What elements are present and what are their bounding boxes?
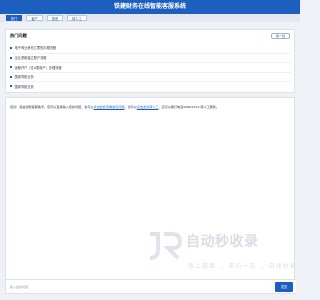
list-item-label: 电子商业承兑汇票的办理流程	[14, 46, 57, 51]
bullet-icon	[10, 46, 12, 49]
list-item[interactable]: 远程开户（无U盾用户）办理流程	[10, 62, 292, 72]
welcome-text-mid: ，也可以	[124, 105, 137, 109]
input-bar: 输入您的问题 发送	[6, 279, 296, 293]
tab-bar: 热门 客户 需求 转人工	[0, 14, 300, 22]
watermark-logo-icon	[149, 232, 183, 260]
app-title: 铁建财务在线智能客服系统	[113, 4, 186, 10]
welcome-text: 您好！我是智能客服助手。您可以直接输入您的问题，也可以	[10, 105, 94, 109]
page: 铁建财务在线智能客服系统 热门 客户 需求 转人工 热门问题 换一批 电子商业承…	[0, 0, 300, 300]
tab-requirement[interactable]: 需求	[46, 15, 64, 21]
faq-link[interactable]: 点击此处查看常见问题	[94, 105, 125, 109]
bullet-icon	[10, 75, 12, 78]
tab-customer[interactable]: 客户	[26, 15, 43, 21]
list-item[interactable]: 国家导航业务	[10, 71, 292, 82]
bullet-icon	[10, 85, 12, 88]
transfer-human-link[interactable]: 点击此处转人工	[137, 105, 159, 109]
list-item-label: 国家导航业务	[14, 84, 34, 89]
bullet-icon	[10, 56, 12, 59]
hot-questions-card: 热门问题 换一批 电子商业承兑汇票的办理流程 企业重新建立账户流程 远程开户（无…	[5, 29, 295, 93]
watermark: 自动秒收录 快上链接 → 来访一次 → 自动收录	[146, 228, 296, 273]
bullet-icon	[10, 66, 12, 69]
app-header: 铁建财务在线智能客服系统	[0, 0, 300, 14]
list-item[interactable]: 企业重新建立账户流程	[10, 52, 292, 63]
tab-transfer-human[interactable]: 转人工	[67, 15, 87, 21]
list-item-label: 企业重新建立账户流程	[14, 56, 47, 61]
send-button[interactable]: 发送	[275, 282, 293, 292]
list-item-label: 远程开户（无U盾用户）办理流程	[14, 65, 62, 70]
question-input[interactable]: 输入您的问题	[10, 283, 270, 291]
hot-question-list: 电子商业承兑汇票的办理流程 企业重新建立账户流程 远程开户（无U盾用户）办理流程…	[10, 43, 292, 91]
list-item[interactable]: 国家导航业务	[10, 81, 292, 91]
list-item[interactable]: 电子商业承兑汇票的办理流程	[10, 43, 292, 53]
tab-hot[interactable]: 热门	[6, 15, 23, 21]
chat-panel: 您好！我是智能客服助手。您可以直接输入您的问题，也可以点击此处查看常见问题，也可…	[5, 97, 296, 294]
list-item-label: 国家导航业务	[14, 75, 34, 80]
welcome-message: 您好！我是智能客服助手。您可以直接输入您的问题，也可以点击此处查看常见问题，也可…	[10, 104, 219, 109]
watermark-subtitle: 快上链接 → 来访一次 → 自动收录	[188, 264, 297, 270]
refresh-button[interactable]: 换一批	[270, 33, 290, 39]
welcome-text-suffix: ，还可以拨打电话400611XXX 转人工服务。	[158, 105, 219, 109]
watermark-title: 自动秒收录	[186, 233, 259, 249]
hot-questions-title: 热门问题	[10, 33, 27, 38]
